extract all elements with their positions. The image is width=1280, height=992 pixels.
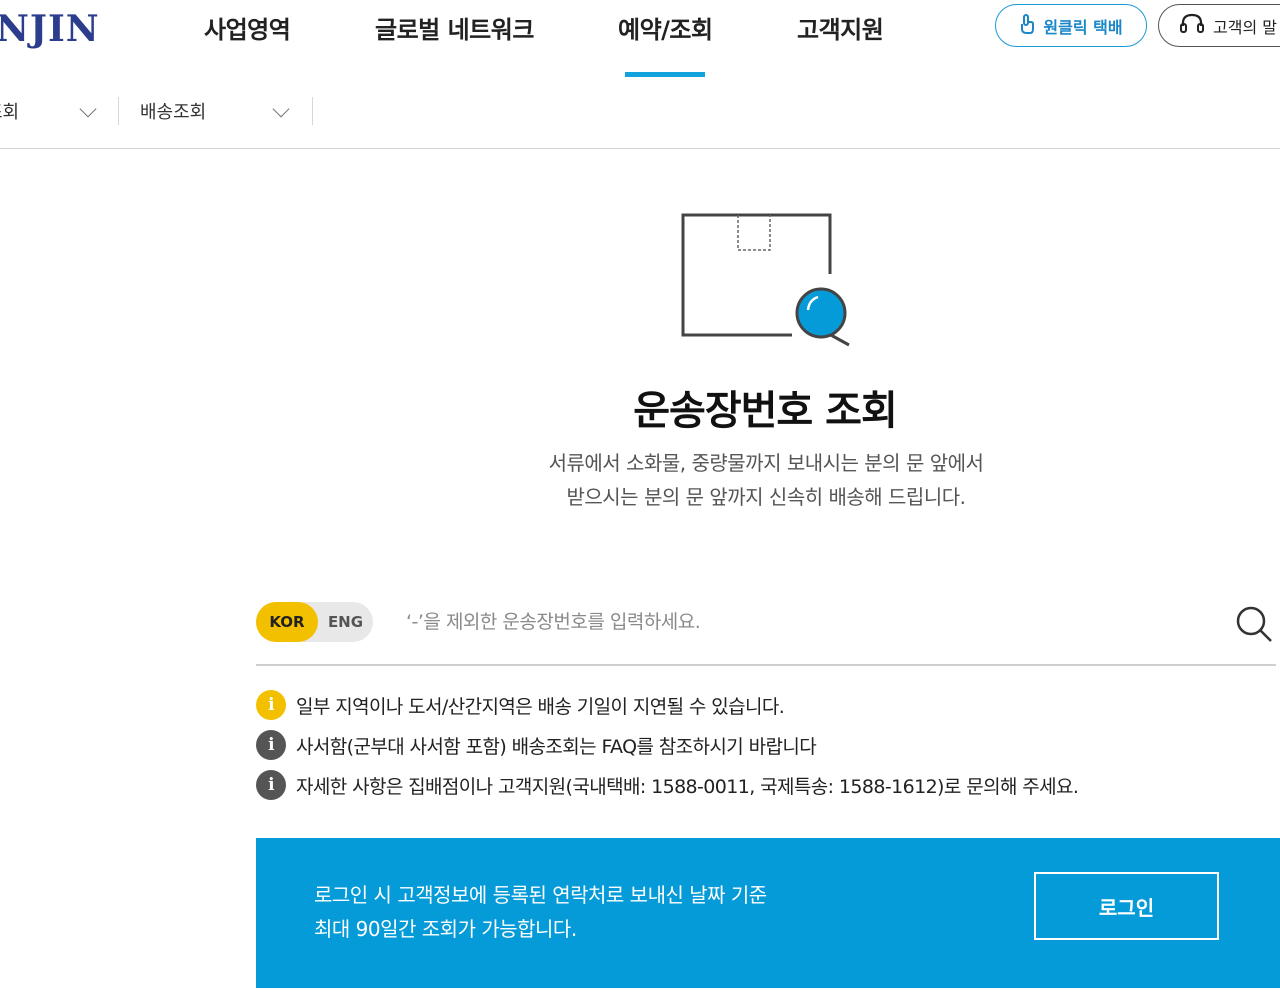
nav-item-reservation[interactable]: 예약/조회 xyxy=(618,10,713,45)
headset-icon xyxy=(1179,12,1205,40)
subnav-item-delivery-tracking[interactable]: 배송조회 xyxy=(140,98,206,124)
parcel-search-icon xyxy=(680,212,855,356)
login-banner-text: 로그인 시 고객정보에 등록된 연락처로 보내신 날짜 기준 최대 90일간 조… xyxy=(314,878,767,946)
site-logo[interactable]: NJIN xyxy=(0,8,100,50)
subnav-divider xyxy=(312,97,313,125)
info-icon: i xyxy=(256,690,286,720)
notice-item: i 사서함(군부대 사서함 포함) 배송조회는 FAQ를 참조하시기 바랍니다 xyxy=(256,730,817,760)
nav-item-global-network[interactable]: 글로벌 네트워크 xyxy=(375,10,534,45)
notice-item: i 일부 지역이나 도서/산간지역은 배송 기일이 지연될 수 있습니다. xyxy=(256,690,785,720)
notice-item: i 자세한 사항은 집배점이나 고객지원(국내택배: 1588-0011, 국제… xyxy=(256,770,1079,800)
subnav-divider xyxy=(118,97,119,125)
active-nav-indicator xyxy=(625,72,705,77)
login-banner: 로그인 시 고객정보에 등록된 연락처로 보내신 날짜 기준 최대 90일간 조… xyxy=(256,838,1280,988)
lang-kor-option[interactable]: KOR xyxy=(256,602,318,642)
login-button[interactable]: 로그인 xyxy=(1034,872,1219,940)
info-icon: i xyxy=(256,770,286,800)
customer-voice-label: 고객의 말 xyxy=(1213,17,1277,37)
login-banner-line: 로그인 시 고객정보에 등록된 연락처로 보내신 날짜 기준 xyxy=(314,883,767,907)
hand-pointer-icon xyxy=(1019,13,1035,38)
tracking-number-input[interactable] xyxy=(406,602,1206,642)
notice-text: 일부 지역이나 도서/산간지역은 배송 기일이 지연될 수 있습니다. xyxy=(296,695,785,718)
subnav-item-inquiry[interactable]: 조회 xyxy=(0,98,19,124)
chevron-down-icon[interactable] xyxy=(272,100,290,118)
login-banner-line: 최대 90일간 조회가 가능합니다. xyxy=(314,917,577,941)
nav-item-business[interactable]: 사업영역 xyxy=(204,10,291,45)
page-title: 운송장번호 조회 xyxy=(633,388,898,434)
language-toggle[interactable]: KOR ENG xyxy=(256,602,373,642)
oneclick-delivery-button[interactable]: 원클릭 택배 xyxy=(995,4,1147,47)
search-icon[interactable] xyxy=(1234,604,1274,644)
nav-item-support[interactable]: 고객지원 xyxy=(797,10,884,45)
description-line: 받으시는 분의 문 앞까지 신속히 배송해 드립니다. xyxy=(566,485,966,509)
page-description: 서류에서 소화물, 중량물까지 보내시는 분의 문 앞에서 받으시는 분의 문 … xyxy=(0,446,1280,514)
notice-text: 사서함(군부대 사서함 포함) 배송조회는 FAQ를 참조하시기 바랍니다 xyxy=(296,735,817,758)
customer-voice-button[interactable]: 고객의 말 xyxy=(1158,4,1280,47)
chevron-down-icon[interactable] xyxy=(79,100,97,118)
notice-text: 자세한 사항은 집배점이나 고객지원(국내택배: 1588-0011, 국제특송… xyxy=(296,775,1079,798)
oneclick-delivery-label: 원클릭 택배 xyxy=(1043,17,1123,37)
lang-eng-option[interactable]: ENG xyxy=(318,602,373,642)
info-icon: i xyxy=(256,730,286,760)
description-line: 서류에서 소화물, 중량물까지 보내시는 분의 문 앞에서 xyxy=(548,451,984,475)
sub-nav: 조회 배송조회 xyxy=(0,90,1280,149)
tracking-search-bar: KOR ENG xyxy=(256,598,1276,666)
